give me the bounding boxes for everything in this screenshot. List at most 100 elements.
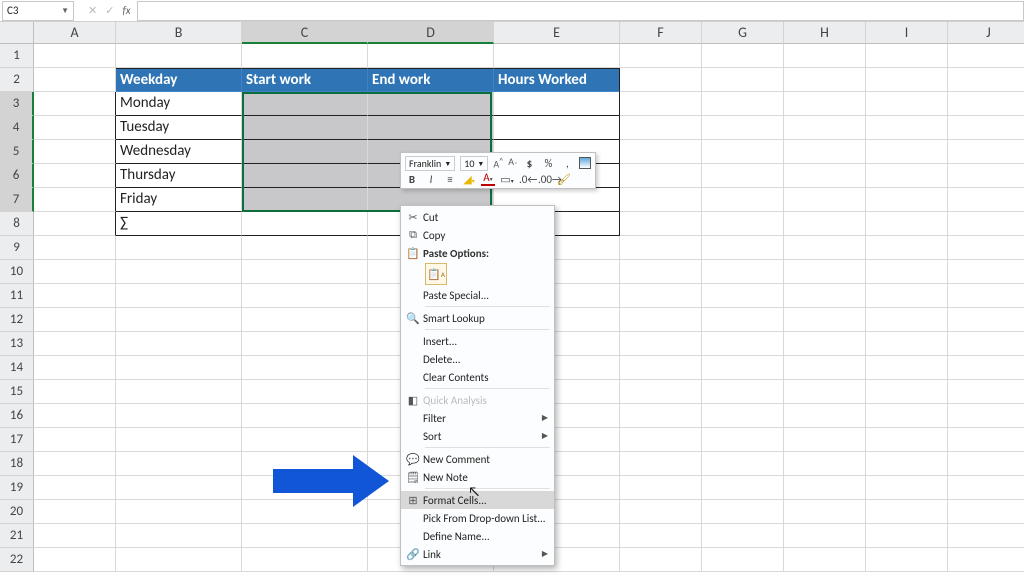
cell[interactable] bbox=[866, 500, 948, 524]
col-header[interactable]: J bbox=[948, 22, 1024, 44]
cell[interactable] bbox=[866, 140, 948, 164]
cell[interactable] bbox=[702, 404, 784, 428]
cell[interactable] bbox=[702, 476, 784, 500]
cell[interactable] bbox=[620, 212, 702, 236]
cell[interactable] bbox=[866, 116, 948, 140]
cell[interactable] bbox=[620, 476, 702, 500]
name-box[interactable]: C3 ▼ bbox=[2, 1, 74, 21]
cell[interactable] bbox=[702, 428, 784, 452]
cell[interactable] bbox=[784, 164, 866, 188]
cell[interactable] bbox=[784, 524, 866, 548]
cell[interactable] bbox=[948, 308, 1024, 332]
menu-clear[interactable]: Clear Contents bbox=[401, 368, 554, 386]
table-cell[interactable]: Friday bbox=[116, 188, 242, 212]
table-cell[interactable] bbox=[242, 92, 368, 116]
cell[interactable] bbox=[866, 68, 948, 92]
cell[interactable] bbox=[702, 548, 784, 572]
cell[interactable] bbox=[116, 236, 242, 260]
cell[interactable] bbox=[620, 164, 702, 188]
row-header[interactable]: 2 bbox=[0, 68, 34, 92]
cell[interactable] bbox=[620, 332, 702, 356]
cell[interactable] bbox=[702, 260, 784, 284]
cell[interactable] bbox=[34, 476, 116, 500]
cell[interactable] bbox=[784, 116, 866, 140]
cell[interactable] bbox=[620, 500, 702, 524]
row-header[interactable]: 9 bbox=[0, 236, 34, 260]
table-cell[interactable] bbox=[242, 164, 368, 188]
cell[interactable] bbox=[784, 404, 866, 428]
cell[interactable] bbox=[948, 44, 1024, 68]
cell[interactable] bbox=[242, 428, 368, 452]
row-header[interactable]: 10 bbox=[0, 260, 34, 284]
cell[interactable] bbox=[368, 44, 494, 68]
cell[interactable] bbox=[866, 308, 948, 332]
row-header[interactable]: 3 bbox=[0, 92, 34, 116]
increase-decimal-icon[interactable]: .00→ bbox=[538, 173, 552, 186]
row-header[interactable]: 14 bbox=[0, 356, 34, 380]
cell[interactable] bbox=[784, 500, 866, 524]
cell[interactable] bbox=[620, 428, 702, 452]
col-header[interactable]: F bbox=[620, 22, 702, 44]
cell[interactable] bbox=[784, 92, 866, 116]
table-cell[interactable]: Thursday bbox=[116, 164, 242, 188]
menu-paste-special[interactable]: Paste Special... bbox=[401, 286, 554, 304]
row-header[interactable]: 5 bbox=[0, 140, 34, 164]
cell[interactable] bbox=[116, 476, 242, 500]
font-color-icon[interactable]: A▾ bbox=[481, 173, 495, 186]
cell[interactable] bbox=[702, 356, 784, 380]
col-header[interactable]: A bbox=[34, 22, 116, 44]
cell[interactable] bbox=[116, 284, 242, 308]
row-header[interactable]: 7 bbox=[0, 188, 34, 212]
row-header[interactable]: 12 bbox=[0, 308, 34, 332]
menu-sort[interactable]: Sort▶ bbox=[401, 427, 554, 445]
table-cell[interactable] bbox=[242, 188, 368, 212]
cell[interactable] bbox=[702, 308, 784, 332]
cell[interactable] bbox=[116, 548, 242, 572]
cell[interactable] bbox=[620, 92, 702, 116]
menu-format-cells[interactable]: ⊞Format Cells... bbox=[401, 491, 554, 509]
cell[interactable] bbox=[34, 116, 116, 140]
cell[interactable] bbox=[620, 548, 702, 572]
cell[interactable] bbox=[620, 116, 702, 140]
cell[interactable] bbox=[242, 332, 368, 356]
table-header[interactable]: Hours Worked bbox=[494, 68, 620, 92]
cell[interactable] bbox=[620, 284, 702, 308]
cell[interactable] bbox=[34, 548, 116, 572]
cell[interactable] bbox=[242, 548, 368, 572]
cell[interactable] bbox=[948, 260, 1024, 284]
cell[interactable] bbox=[784, 260, 866, 284]
menu-insert[interactable]: Insert... bbox=[401, 332, 554, 350]
row-header[interactable]: 8 bbox=[0, 212, 34, 236]
row-header[interactable]: 4 bbox=[0, 116, 34, 140]
fill-color-icon[interactable]: ◢▾ bbox=[462, 173, 476, 186]
cell[interactable] bbox=[866, 260, 948, 284]
cell[interactable] bbox=[702, 164, 784, 188]
menu-delete[interactable]: Delete... bbox=[401, 350, 554, 368]
cell[interactable] bbox=[784, 476, 866, 500]
table-cell[interactable]: Monday bbox=[116, 92, 242, 116]
cell[interactable] bbox=[702, 68, 784, 92]
cell[interactable] bbox=[866, 284, 948, 308]
cell[interactable] bbox=[116, 404, 242, 428]
table-cell[interactable] bbox=[494, 116, 620, 140]
cell[interactable] bbox=[702, 452, 784, 476]
cell[interactable] bbox=[620, 44, 702, 68]
cell[interactable] bbox=[948, 428, 1024, 452]
cell[interactable] bbox=[34, 68, 116, 92]
cell[interactable] bbox=[620, 140, 702, 164]
menu-new-comment[interactable]: 💬New Comment bbox=[401, 450, 554, 468]
cell[interactable] bbox=[948, 356, 1024, 380]
cell[interactable] bbox=[34, 236, 116, 260]
col-header[interactable]: G bbox=[702, 22, 784, 44]
cell[interactable] bbox=[866, 188, 948, 212]
cell[interactable] bbox=[948, 404, 1024, 428]
table-cell[interactable] bbox=[242, 116, 368, 140]
cell[interactable] bbox=[866, 44, 948, 68]
cell[interactable] bbox=[784, 284, 866, 308]
cell[interactable] bbox=[784, 188, 866, 212]
confirm-icon[interactable]: ✓ bbox=[105, 4, 114, 17]
table-cell[interactable]: Wednesday bbox=[116, 140, 242, 164]
comma-icon[interactable]: , bbox=[560, 157, 574, 170]
cell[interactable] bbox=[702, 524, 784, 548]
cell[interactable] bbox=[948, 500, 1024, 524]
